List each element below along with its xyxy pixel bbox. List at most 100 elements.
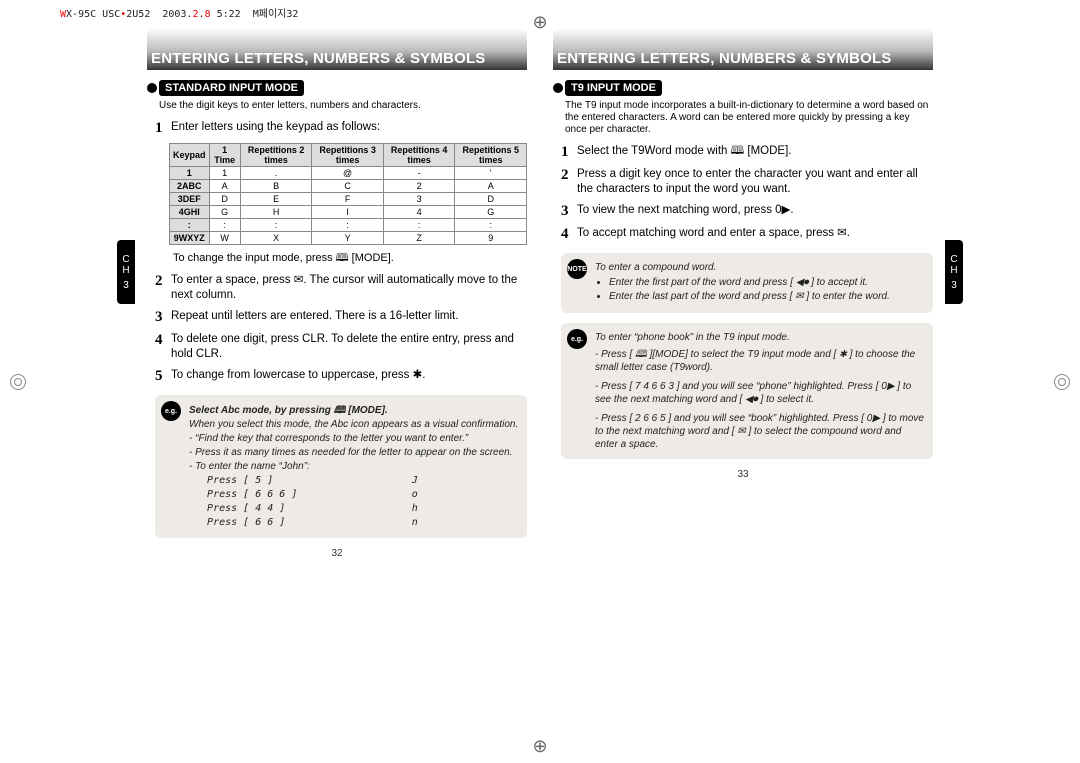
note-bullet: Enter the first part of the word and pre… [609, 276, 925, 289]
kp-cell: D [455, 193, 527, 206]
kp-cell: 9WXYZ [170, 232, 210, 245]
step-num: 1 [561, 144, 577, 161]
note-line: Press [ 4 4 ] h [189, 502, 519, 515]
thumb-tab-right: C H 3 [945, 240, 963, 304]
tab-ch-3: 3 [123, 280, 129, 291]
note-line: - Press it as many times as needed for t… [189, 446, 519, 459]
kp-cell: . [240, 167, 312, 180]
step-num: 5 [155, 368, 171, 385]
th-rep3: Repetitions 3 times [312, 144, 384, 167]
step-num: 4 [155, 332, 171, 362]
kp-cell: G [209, 206, 240, 219]
step-num: 3 [155, 309, 171, 326]
step-1-left: 1 Enter letters using the keypad as foll… [155, 120, 527, 137]
kp-cell: ' [455, 167, 527, 180]
reg-mark-left [10, 374, 26, 390]
note-eg-right: e.g. To enter “phone book” in the T9 inp… [561, 323, 933, 459]
crop-cross-bot: ⊕ [532, 736, 547, 757]
step-text: Press a digit key once to enter the char… [577, 167, 933, 197]
step-text: To accept matching word and enter a spac… [577, 226, 933, 243]
kp-cell: : [209, 219, 240, 232]
kp-cell: F [312, 193, 384, 206]
note-line: - To enter the name “John”: [189, 460, 519, 473]
bullet-icon [147, 83, 157, 93]
kp-cell: @ [312, 167, 384, 180]
section-label-standard: STANDARD INPUT MODE [159, 80, 304, 96]
page-title-right: ENTERING LETTERS, NUMBERS & SYMBOLS [553, 28, 933, 70]
note-title: To enter “phone book” in the T9 input mo… [595, 331, 925, 344]
note-line: - Press [ 🕮 ][MODE] to select the T9 inp… [595, 348, 925, 374]
kp-cell: W [209, 232, 240, 245]
kp-cell: 1 [170, 167, 210, 180]
step-num: 2 [561, 167, 577, 197]
keypad-table: Keypad 1 Time Repetitions 2 times Repeti… [169, 143, 527, 245]
tab-ch-c: C [122, 254, 129, 265]
note-title: Select Abc mode, by pressing 🕮 [MODE]. [189, 404, 519, 417]
note-title: To enter a compound word. [595, 261, 925, 274]
kp-cell: A [455, 180, 527, 193]
spread: C H 3 ENTERING LETTERS, NUMBERS & SYMBOL… [0, 0, 1080, 559]
kp-cell: : [170, 219, 210, 232]
note-line: - Press [ 2 6 6 5 ] and you will see “bo… [595, 412, 925, 451]
kp-cell: A [209, 180, 240, 193]
doc-header: WX-95C USC•2U52 2003.2.8 5:22 M페이지32 [60, 5, 298, 20]
step-2-left: 2To enter a space, press ✉. The cursor w… [155, 273, 527, 303]
title-left: ENTERING LETTERS, NUMBERS & SYMBOLS [151, 50, 486, 67]
th-rep4: Repetitions 4 times [383, 144, 455, 167]
kp-cell: 4GHI [170, 206, 210, 219]
bullet-icon [553, 83, 563, 93]
kp-cell: H [240, 206, 312, 219]
step-text: To enter a space, press ✉. The cursor wi… [171, 273, 527, 303]
kp-cell: C [312, 180, 384, 193]
note-line: - “Find the key that corresponds to the … [189, 432, 519, 445]
note-line: When you select this mode, the Abc icon … [189, 418, 519, 431]
section-head-t9: T9 INPUT MODE [553, 80, 933, 96]
page-left: C H 3 ENTERING LETTERS, NUMBERS & SYMBOL… [135, 28, 539, 559]
kp-cell: 3 [383, 193, 455, 206]
tab-ch-h: H [950, 265, 957, 276]
th-rep2: Repetitions 2 times [240, 144, 312, 167]
step-text: To view the next matching word, press 0▶… [577, 203, 933, 220]
step-text: Enter letters using the keypad as follow… [171, 120, 527, 137]
note-line: - Press [ 7 4 6 6 3 ] and you will see “… [595, 380, 925, 406]
kp-cell: : [383, 219, 455, 232]
step-text: Select the T9Word mode with 🕮 [MODE]. [577, 144, 933, 161]
step-4-right: 4To accept matching word and enter a spa… [561, 226, 933, 243]
note-compound: NOTE To enter a compound word. Enter the… [561, 253, 933, 313]
note-bullet: Enter the last part of the word and pres… [609, 290, 925, 303]
th-rep5: Repetitions 5 times [455, 144, 527, 167]
kp-cell: 2ABC [170, 180, 210, 193]
tab-ch-3: 3 [951, 280, 957, 291]
lead-t9: The T9 input mode incorporates a built-i… [565, 100, 933, 136]
kp-cell: 9 [455, 232, 527, 245]
thumb-tab-left: C H 3 [117, 240, 135, 304]
step-num: 1 [155, 120, 171, 137]
step-num: 3 [561, 203, 577, 220]
step-2-right: 2Press a digit key once to enter the cha… [561, 167, 933, 197]
badge-eg: e.g. [161, 401, 181, 421]
sub-change-mode: To change the input mode, press 🕮 [MODE]… [173, 251, 527, 265]
page-number-left: 32 [147, 548, 527, 559]
section-head-standard: STANDARD INPUT MODE [147, 80, 527, 96]
page-number-right: 33 [553, 469, 933, 480]
kp-cell: 4 [383, 206, 455, 219]
step-3-right: 3To view the next matching word, press 0… [561, 203, 933, 220]
step-5-left: 5To change from lowercase to uppercase, … [155, 368, 527, 385]
step-num: 2 [155, 273, 171, 303]
step-1-right: 1Select the T9Word mode with 🕮 [MODE]. [561, 144, 933, 161]
kp-cell: X [240, 232, 312, 245]
step-text: To change from lowercase to uppercase, p… [171, 368, 527, 385]
section-label-t9: T9 INPUT MODE [565, 80, 662, 96]
lead-standard: Use the digit keys to enter letters, num… [159, 100, 527, 112]
kp-cell: E [240, 193, 312, 206]
th-1time: 1 Time [209, 144, 240, 167]
badge-eg: e.g. [567, 329, 587, 349]
step-4-left: 4To delete one digit, press CLR. To dele… [155, 332, 527, 362]
note-line: Press [ 5 ] J [189, 474, 519, 487]
kp-cell: D [209, 193, 240, 206]
kp-cell: Y [312, 232, 384, 245]
kp-cell: B [240, 180, 312, 193]
step-text: To delete one digit, press CLR. To delet… [171, 332, 527, 362]
kp-cell: 1 [209, 167, 240, 180]
kp-cell: : [240, 219, 312, 232]
